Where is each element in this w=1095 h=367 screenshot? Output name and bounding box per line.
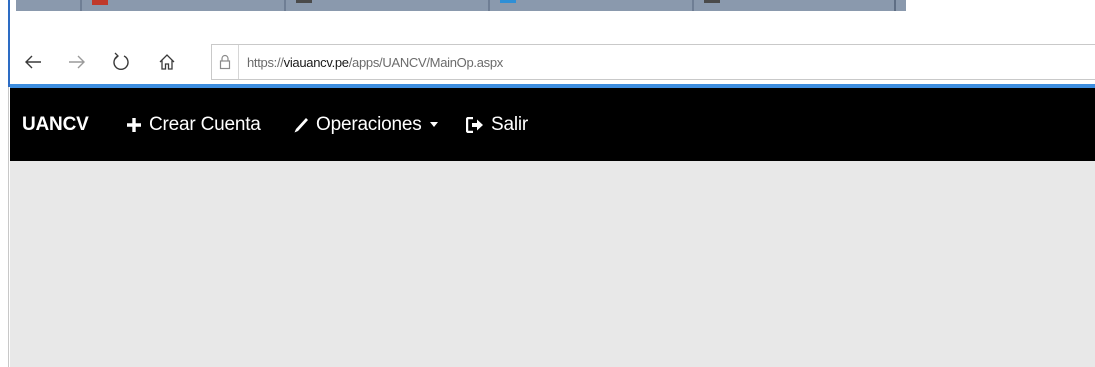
home-icon — [159, 54, 175, 70]
tabs-background — [16, 0, 906, 11]
url-prefix: https:// — [247, 54, 284, 70]
back-button[interactable] — [19, 48, 47, 76]
tab-separator — [692, 0, 694, 11]
tab-favicon-2[interactable] — [296, 0, 312, 3]
home-button[interactable] — [153, 48, 181, 76]
nav-operaciones-dropdown[interactable]: Operaciones — [293, 88, 445, 161]
lock-icon[interactable] — [212, 45, 239, 79]
url-domain: viauancv.pe — [283, 54, 349, 70]
nav-salir-label: Salir — [491, 113, 529, 135]
caret-down-icon — [429, 122, 438, 127]
plus-icon — [127, 117, 141, 132]
nav-operaciones-label: Operaciones — [316, 113, 422, 135]
tab-favicon-4[interactable] — [704, 0, 720, 3]
window-border-line — [8, 87, 9, 367]
nav-salir[interactable]: Salir — [466, 88, 528, 161]
sign-out-icon — [466, 116, 483, 133]
pencil-icon — [294, 117, 308, 132]
nav-crear-cuenta-label: Crear Cuenta — [149, 113, 261, 135]
app-navbar: UANCV Crear Cuenta Operaciones Salir — [10, 88, 1095, 161]
forward-button[interactable] — [63, 48, 91, 76]
refresh-button[interactable] — [107, 48, 135, 76]
browser-toolbar: https://viauancv.pe/apps/UANCV/MainOp.as… — [10, 11, 1095, 84]
tab-strip — [10, 0, 1095, 11]
refresh-icon — [113, 52, 129, 71]
address-bar[interactable]: https://viauancv.pe/apps/UANCV/MainOp.as… — [211, 44, 1095, 80]
browser-window: https://viauancv.pe/apps/UANCV/MainOp.as… — [0, 0, 1095, 367]
tab-favicon-3[interactable] — [500, 0, 516, 3]
tab-favicon-1[interactable] — [92, 0, 108, 5]
tab-separator — [284, 0, 286, 11]
tab-separator — [80, 0, 82, 11]
tab-separator — [488, 0, 490, 11]
forward-arrow-icon — [69, 55, 85, 69]
main-content-area — [10, 161, 1095, 367]
brand-link[interactable]: UANCV — [22, 88, 89, 161]
nav-crear-cuenta[interactable]: Crear Cuenta — [126, 88, 261, 161]
back-arrow-icon — [25, 55, 41, 69]
url-path: /apps/UANCV/MainOp.aspx — [348, 54, 504, 70]
url-text[interactable]: https://viauancv.pe/apps/UANCV/MainOp.as… — [239, 55, 503, 70]
tab-separator — [894, 0, 896, 11]
